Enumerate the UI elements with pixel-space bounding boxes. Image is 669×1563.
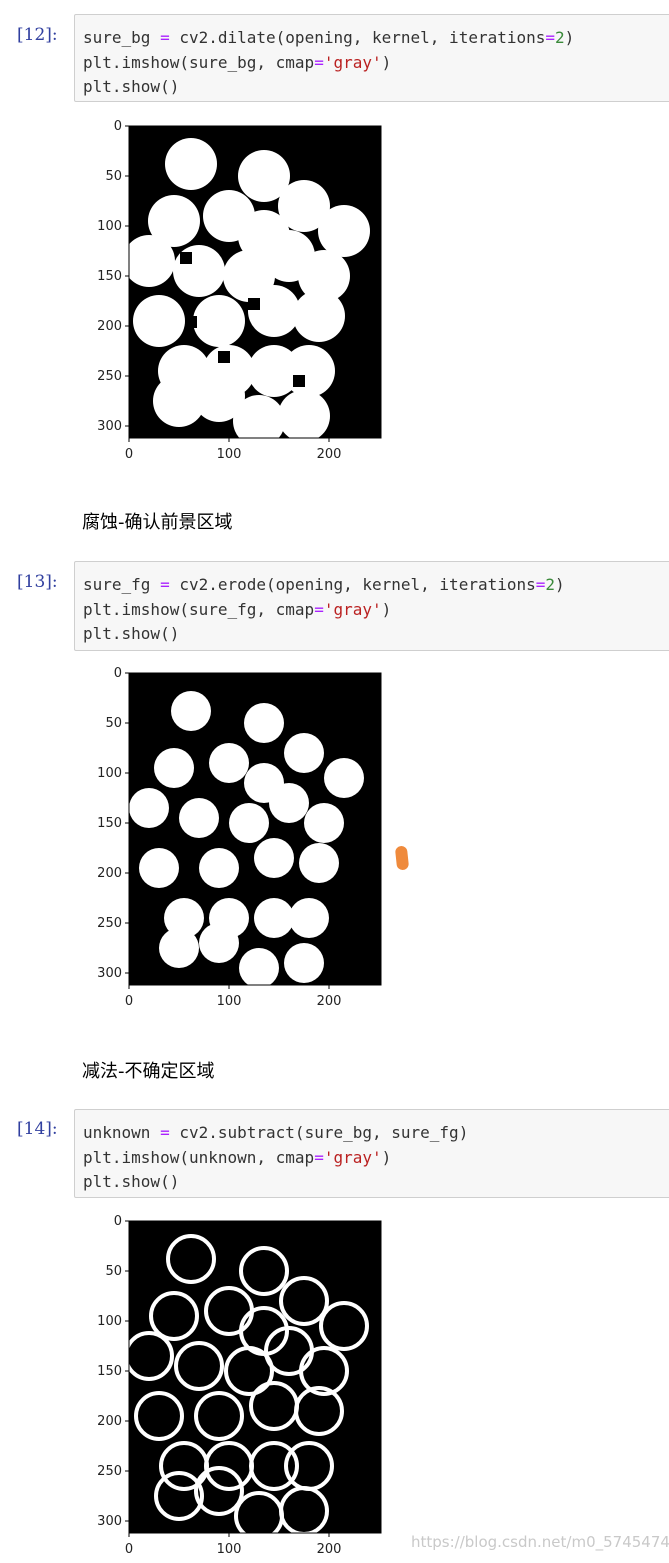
gap	[185, 316, 197, 328]
blob	[269, 783, 309, 823]
y-tick-label: 250	[98, 369, 122, 384]
image-plot-sure-fg: 0 50 100 150 200 250 300 0 100 200	[98, 659, 398, 1009]
gap	[293, 375, 305, 387]
watermark: https://blog.csdn.net/m0_57454744	[411, 1533, 669, 1551]
y-tick-label: 100	[98, 219, 122, 234]
blob	[229, 803, 269, 843]
y-tick-label: 300	[98, 419, 122, 434]
x-tick-label: 100	[217, 994, 242, 1009]
blob	[193, 295, 245, 347]
blob	[165, 138, 217, 190]
x-tick-label: 200	[317, 447, 342, 462]
x-tick-label: 0	[125, 447, 133, 462]
blob	[299, 843, 339, 883]
blob	[133, 295, 185, 347]
blob	[199, 848, 239, 888]
blob	[283, 345, 335, 397]
x-tick-label: 100	[217, 447, 242, 462]
blob	[154, 748, 194, 788]
code-line: sure_fg = cv2.erode(opening, kernel, ite…	[83, 575, 565, 594]
code-cell-14[interactable]: unknown = cv2.subtract(sure_bg, sure_fg)…	[74, 1109, 669, 1198]
blob	[159, 928, 199, 968]
code-line: plt.show()	[83, 77, 180, 96]
blob	[129, 788, 169, 828]
x-tick-label: 100	[217, 1542, 242, 1557]
y-tick-label: 250	[98, 1464, 122, 1479]
blob	[293, 290, 345, 342]
code-block: sure_bg = cv2.dilate(opening, kernel, it…	[75, 15, 669, 100]
blob	[284, 943, 324, 983]
code-line: plt.imshow(sure_bg, cmap='gray')	[83, 52, 392, 72]
gap	[218, 351, 230, 363]
y-tick-label: 100	[98, 766, 122, 781]
blob	[129, 235, 175, 287]
blob	[289, 898, 329, 938]
blob	[284, 733, 324, 773]
blob	[199, 923, 239, 963]
code-line: unknown = cv2.subtract(sure_bg, sure_fg)	[83, 1123, 469, 1142]
y-tick-label: 50	[105, 716, 122, 731]
y-tick-label: 200	[98, 319, 122, 334]
cell-prompt-13: [13]:	[17, 572, 58, 592]
code-line: plt.imshow(sure_fg, cmap='gray')	[83, 599, 392, 619]
y-tick-label: 0	[114, 1214, 122, 1229]
annotation-mark	[394, 845, 410, 871]
y-tick-label: 300	[98, 966, 122, 981]
x-tick-label: 200	[317, 994, 342, 1009]
blob	[233, 395, 285, 438]
code-line: plt.show()	[83, 624, 180, 643]
code-line: plt.imshow(unknown, cmap='gray')	[83, 1147, 392, 1167]
blob	[318, 205, 370, 257]
image-plot-unknown: 0 50 100 150 200 250 300 0 100 200	[98, 1207, 398, 1557]
code-cell-13[interactable]: sure_fg = cv2.erode(opening, kernel, ite…	[74, 561, 669, 651]
blob	[254, 898, 294, 938]
y-tick-label: 50	[105, 169, 122, 184]
y-tick-label: 100	[98, 1314, 122, 1329]
blob	[248, 285, 300, 337]
blob	[278, 390, 330, 438]
markdown-heading-subtract: 减法-不确定区域	[82, 1061, 215, 1082]
blob	[324, 758, 364, 798]
code-block: unknown = cv2.subtract(sure_bg, sure_fg)…	[75, 1110, 669, 1195]
markdown-heading-erode: 腐蚀-确认前景区域	[82, 512, 233, 533]
y-tick-label: 0	[114, 666, 122, 681]
blob	[254, 838, 294, 878]
code-line: plt.show()	[83, 1172, 180, 1191]
x-tick-label: 0	[125, 994, 133, 1009]
cell-prompt-14: [14]:	[17, 1119, 58, 1139]
image-plot-sure-bg: 0 50 100 150 200 250 300 0 100 200	[98, 112, 398, 462]
cell-prompt-12: [12]:	[17, 25, 58, 45]
blob	[244, 703, 284, 743]
y-tick-label: 50	[105, 1264, 122, 1279]
blob	[209, 743, 249, 783]
gap	[180, 252, 192, 264]
blob	[239, 948, 279, 985]
blob	[171, 691, 211, 731]
y-tick-label: 150	[98, 1364, 122, 1379]
x-tick-label: 200	[317, 1542, 342, 1557]
y-tick-label: 200	[98, 1414, 122, 1429]
y-tick-label: 300	[98, 1514, 122, 1529]
x-tick-label: 0	[125, 1542, 133, 1557]
gap	[248, 298, 260, 310]
y-tick-label: 250	[98, 916, 122, 931]
y-tick-label: 200	[98, 866, 122, 881]
blob	[139, 848, 179, 888]
y-tick-label: 150	[98, 269, 122, 284]
blob	[304, 803, 344, 843]
code-block: sure_fg = cv2.erode(opening, kernel, ite…	[75, 562, 669, 647]
y-tick-label: 0	[114, 119, 122, 134]
code-cell-12[interactable]: sure_bg = cv2.dilate(opening, kernel, it…	[74, 14, 669, 102]
code-line: sure_bg = cv2.dilate(opening, kernel, it…	[83, 28, 575, 47]
blob	[179, 798, 219, 838]
y-tick-label: 150	[98, 816, 122, 831]
